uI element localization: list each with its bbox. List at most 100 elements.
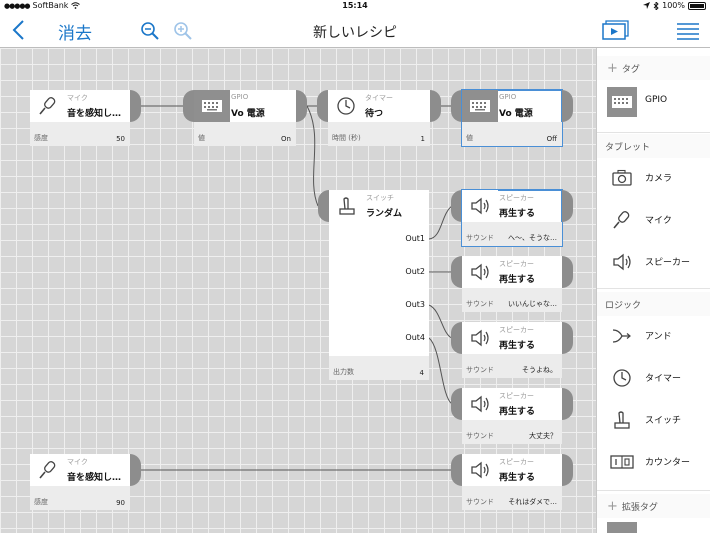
speaker-icon [471,263,489,281]
node-action: 再生する [499,473,536,483]
node-timer-1[interactable]: タイマー 待つ 時間 (秒) 1 [328,90,430,146]
add-icon[interactable]: + [607,499,618,514]
speaker-icon [613,253,631,271]
param-value: 4 [419,369,424,377]
param-label: サウンド [466,498,494,506]
keyboard-icon [612,96,632,108]
sidebar-item-microphone[interactable]: マイク [597,200,710,240]
node-speaker-5[interactable]: スピーカー 再生する サウンド それはダメで… [462,454,562,510]
counter-icon [610,455,634,469]
bluetooth-icon [653,1,659,10]
node-category: スピーカー [499,326,534,334]
battery-percent: 100% [662,1,685,10]
section-title: ロジック [605,300,642,311]
zoom-out-button[interactable] [139,20,161,42]
clock: 15:14 [342,1,368,10]
node-category: スピーカー [499,260,534,268]
node-category: スピーカー [499,458,534,466]
sidebar-item-label: GPIO [645,95,668,105]
param-value: 90 [116,499,125,507]
node-speaker-3[interactable]: スピーカー 再生する サウンド そうよね。 [462,322,562,378]
microphone-icon [39,461,56,479]
input-port[interactable] [451,454,462,486]
node-speaker-4[interactable]: スピーカー 再生する サウンド 大丈夫？ [462,388,562,444]
param-label: サウンド [466,234,494,242]
node-category: GPIO [231,93,249,101]
param-label: 時間 (秒) [332,134,361,142]
node-category: スピーカー [499,392,534,400]
input-port[interactable] [451,190,462,222]
microphone-icon [613,211,630,229]
section-tablet: タブレット [597,134,710,158]
section-title: タグ [621,64,640,75]
switch-lever-icon [339,197,355,215]
input-port[interactable] [451,90,462,122]
timer-icon [337,97,355,115]
switch-lever-icon [614,411,630,429]
menu-button[interactable] [676,20,700,42]
back-button[interactable] [8,17,30,43]
tag-palette-sidebar: + タグ GPIO タブレット カメラ マイク スピーカー ロジック アンド タ… [596,48,710,533]
node-speaker-2[interactable]: スピーカー 再生する サウンド いいんじゃな… [462,256,562,312]
node-switch-1[interactable]: スイッチ ランダム Out1 Out2 Out3 Out4 出力数 4 [329,190,429,380]
speaker-icon [471,197,489,215]
param-value: そうよね。 [522,366,557,374]
section-tags[interactable]: + タグ [597,56,710,80]
node-gpio-1[interactable]: GPIO Vo 電源 値 On [194,90,296,146]
switch-output-label: Out4 [405,333,425,342]
node-action: 再生する [499,407,536,417]
switch-output-label: Out2 [405,267,425,276]
input-port[interactable] [451,322,462,354]
node-category: スピーカー [499,194,534,202]
node-category: スイッチ [366,194,394,202]
node-mic-2[interactable]: マイク 音を感知し… 感度 90 [30,454,130,510]
switch-output-label: Out3 [405,300,425,309]
section-extension-tags[interactable]: + 拡張タグ [597,494,710,518]
node-category: マイク [67,458,88,466]
input-port[interactable] [318,190,329,222]
hamburger-icon [677,23,699,40]
sidebar-item-speaker[interactable]: スピーカー [597,242,710,282]
node-gpio-2[interactable]: GPIO Vo 電源 値 Off [461,89,563,147]
wire-gpio1-switch1 [306,105,319,207]
zoom-in-icon [174,22,192,40]
input-port[interactable] [451,256,462,288]
sidebar-item-gpio[interactable]: GPIO [597,82,710,122]
sidebar-item-and[interactable]: アンド [597,316,710,356]
node-category: GPIO [499,93,517,101]
zoom-out-icon [141,22,159,40]
zoom-in-button[interactable] [172,20,194,42]
sidebar-item-switch[interactable]: スイッチ [597,400,710,440]
sidebar-item-label: アンド [645,332,672,342]
recipe-canvas[interactable]: マイク 音を感知し… 感度 50 GPIO Vo 電源 値 On タイマー 待つ 時… [0,48,596,533]
sidebar-item-camera[interactable]: カメラ [597,158,710,198]
input-port[interactable] [451,388,462,420]
extension-tag-icon[interactable] [607,522,637,533]
node-category: タイマー [365,94,393,102]
node-action: Vo 電源 [231,109,265,119]
speaker-icon [471,395,489,413]
input-port[interactable] [183,90,194,122]
add-icon[interactable]: + [607,61,618,76]
node-speaker-1[interactable]: スピーカー 再生する サウンド へ～、そうな… [461,189,563,247]
camera-icon [612,169,632,186]
run-recipe-button[interactable] [601,20,629,42]
wire-switch-out3 [428,304,453,339]
node-mic-1[interactable]: マイク 音を感知し… 感度 50 [30,90,130,146]
switch-output-label: Out1 [405,234,425,243]
param-value: On [281,135,291,143]
param-label: 出力数 [333,368,354,376]
param-value: 1 [420,135,425,143]
undo-button[interactable]: 消去 [58,19,92,44]
node-action: 音を感知し… [67,473,122,483]
sidebar-item-timer[interactable]: タイマー [597,358,710,398]
nav-bar: 消去 新しいレシピ [0,12,710,48]
sidebar-item-label: タイマー [645,374,682,384]
keyboard-icon [202,100,222,112]
input-port[interactable] [317,90,328,122]
node-category: マイク [67,94,88,102]
wire-switch-out1 [428,205,453,240]
node-action: Vo 電源 [499,109,533,119]
param-label: 感度 [34,498,48,506]
sidebar-item-counter[interactable]: カウンター [597,442,710,482]
